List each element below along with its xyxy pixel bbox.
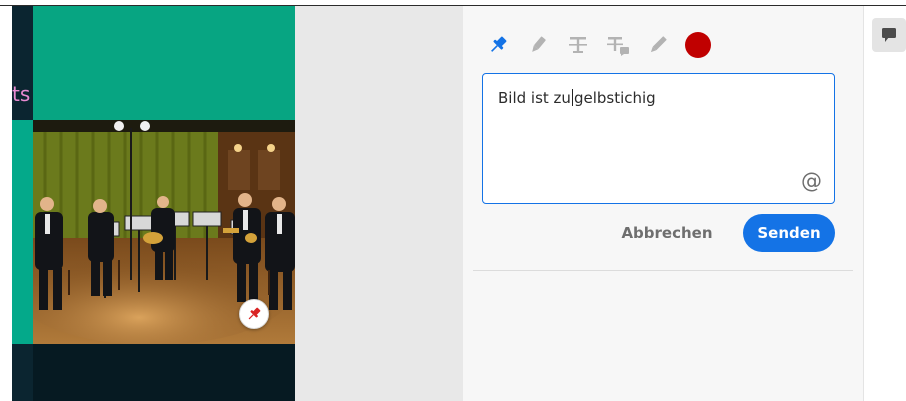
strikethrough-icon xyxy=(569,37,587,53)
comment-text[interactable]: Bild ist zu gelbstichig xyxy=(498,89,656,107)
color-picker-button[interactable] xyxy=(685,32,711,58)
document-green-block xyxy=(33,6,295,120)
pin-icon xyxy=(248,307,261,320)
document-dark-footer xyxy=(33,344,295,401)
document-title-fragment: ts xyxy=(12,82,31,106)
comment-input[interactable]: Bild ist zu gelbstichig @ xyxy=(482,73,835,204)
cancel-button[interactable]: Abbrechen xyxy=(613,214,721,252)
draw-tool-button[interactable] xyxy=(643,30,673,60)
comment-pin-marker[interactable] xyxy=(239,299,269,329)
strikethrough-tool-button[interactable] xyxy=(563,30,593,60)
document-side-accent xyxy=(12,120,33,344)
comments-panel-toggle[interactable] xyxy=(872,18,906,52)
text-caret xyxy=(571,89,573,106)
canvas-background xyxy=(295,6,463,401)
pin-icon xyxy=(491,36,507,52)
replace-text-tool-button[interactable] xyxy=(603,30,633,60)
highlight-tool-button[interactable] xyxy=(523,30,553,60)
comment-panel: Bild ist zu gelbstichig @ Abbrechen Sende… xyxy=(463,6,863,401)
panel-divider xyxy=(473,270,853,271)
highlight-icon xyxy=(532,36,546,52)
send-button[interactable]: Senden xyxy=(743,214,835,252)
comment-text-before-caret: Bild ist zu xyxy=(498,89,571,107)
replace-text-icon xyxy=(607,37,629,56)
document-preview[interactable]: ts xyxy=(12,6,295,401)
right-rail xyxy=(863,6,906,401)
comment-text-after-caret: gelbstichig xyxy=(573,89,656,107)
draw-icon xyxy=(650,36,667,53)
comment-bubble-icon xyxy=(882,28,896,42)
annotation-toolbar xyxy=(483,30,711,60)
mention-at-icon[interactable]: @ xyxy=(801,169,822,193)
pin-tool-button[interactable] xyxy=(483,30,513,60)
